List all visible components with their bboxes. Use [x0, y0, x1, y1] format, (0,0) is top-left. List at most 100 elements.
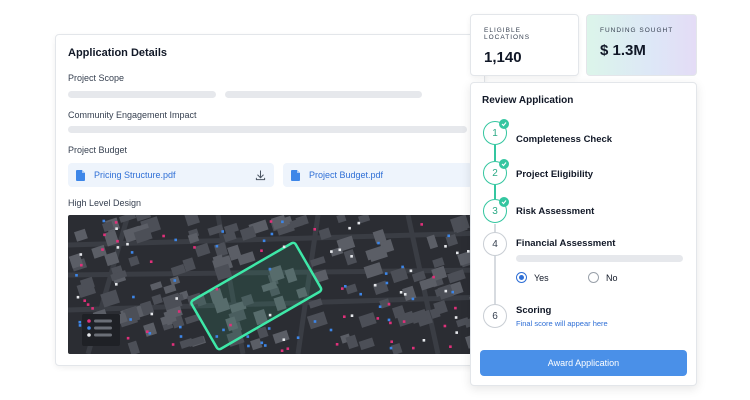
map-point — [171, 343, 175, 346]
map-point — [330, 250, 333, 253]
application-details-card: Application Details Project Scope Commun… — [55, 34, 486, 366]
map-point — [296, 336, 300, 339]
scope-placeholder-line — [225, 91, 422, 98]
map-point — [268, 267, 272, 271]
map-point — [399, 291, 403, 294]
map-point — [215, 287, 219, 291]
map-point — [146, 330, 149, 333]
map-building — [336, 215, 347, 224]
step-4-label[interactable]: Financial Assessment — [516, 238, 615, 249]
map-building — [289, 218, 304, 229]
map-point — [126, 336, 130, 340]
map-point — [444, 289, 448, 293]
map-point — [385, 281, 389, 285]
map-building — [74, 228, 88, 242]
radio-yes-label: Yes — [534, 272, 549, 283]
map-point — [409, 269, 413, 273]
map-point — [422, 339, 426, 342]
high-level-design-map[interactable] — [68, 215, 486, 354]
step-1-indicator: 1 — [483, 119, 509, 145]
legend-line — [94, 326, 112, 330]
map-point — [162, 234, 165, 238]
map-point — [348, 226, 351, 230]
radio-unselected-icon[interactable] — [588, 272, 599, 283]
map-building — [390, 342, 403, 354]
map-point — [114, 221, 118, 224]
legend-dot — [87, 319, 91, 323]
map-building — [358, 312, 377, 328]
map-point — [116, 239, 119, 243]
step-number: 6 — [492, 310, 498, 322]
map-point — [267, 327, 271, 330]
scoring-hint: Final score will appear here — [516, 319, 608, 328]
map-point — [376, 317, 380, 320]
map-point — [286, 347, 290, 350]
map-point — [175, 297, 178, 300]
map-building — [306, 311, 328, 330]
map-building — [345, 283, 358, 295]
map-building — [184, 215, 200, 227]
map-point — [149, 260, 153, 263]
map-point — [350, 314, 354, 317]
map-point — [229, 323, 232, 327]
map-point — [420, 223, 423, 226]
step-3-label[interactable]: Risk Assessment — [516, 206, 594, 217]
pricing-structure-file[interactable]: Pricing Structure.pdf — [68, 163, 274, 187]
map-building — [450, 215, 470, 233]
document-icon — [291, 169, 300, 181]
step-2-indicator: 2 — [483, 159, 509, 185]
map-point — [313, 228, 316, 231]
map-point — [173, 279, 177, 282]
map-building — [363, 262, 384, 279]
map-point — [246, 335, 250, 338]
radio-yes[interactable]: Yes — [516, 272, 549, 283]
radio-selected-icon[interactable] — [516, 272, 527, 283]
map-legend — [82, 314, 120, 346]
legend-line — [94, 319, 112, 323]
map-point — [454, 306, 457, 310]
step-number: 3 — [492, 205, 498, 217]
map-point — [221, 230, 224, 233]
step-6-indicator: 6 — [483, 304, 507, 328]
map-point — [260, 341, 264, 345]
map-point — [443, 324, 447, 328]
project-budget-label: Project Budget — [68, 145, 128, 155]
map-point — [80, 263, 83, 267]
map-point — [179, 335, 183, 338]
high-level-design-label: High Level Design — [68, 198, 142, 208]
step-2-label[interactable]: Project Eligibility — [516, 169, 593, 180]
project-scope-label: Project Scope — [68, 73, 125, 83]
map-point — [102, 219, 106, 223]
map-point — [260, 249, 263, 252]
award-application-button[interactable]: Award Application — [480, 350, 687, 376]
project-budget-file[interactable]: Project Budget.pdf — [283, 163, 473, 187]
map-point — [174, 238, 177, 242]
map-point — [75, 274, 78, 277]
map-point — [456, 251, 459, 255]
check-icon — [499, 197, 509, 207]
download-icon[interactable] — [255, 169, 266, 181]
map-point — [338, 248, 342, 252]
document-icon — [76, 169, 85, 181]
step-1-label[interactable]: Completeness Check — [516, 134, 612, 145]
map-point — [402, 320, 406, 323]
map-point — [378, 305, 382, 308]
map-point — [454, 316, 458, 319]
map-point — [179, 325, 182, 329]
map-building — [91, 244, 107, 259]
radio-no[interactable]: No — [588, 272, 618, 283]
map-point — [76, 295, 80, 299]
map-point — [373, 283, 377, 287]
map-point — [343, 315, 346, 318]
map-building — [358, 337, 375, 351]
map-point — [455, 331, 458, 334]
legend-dot — [87, 326, 91, 330]
map-point — [262, 239, 266, 243]
map-building — [149, 281, 163, 291]
page: Application Details Project Scope Commun… — [0, 0, 750, 400]
step-6-label[interactable]: Scoring — [516, 305, 551, 316]
financial-placeholder-line — [516, 255, 683, 262]
map-building — [308, 298, 323, 309]
map-point — [387, 302, 391, 306]
map-point — [247, 344, 250, 348]
